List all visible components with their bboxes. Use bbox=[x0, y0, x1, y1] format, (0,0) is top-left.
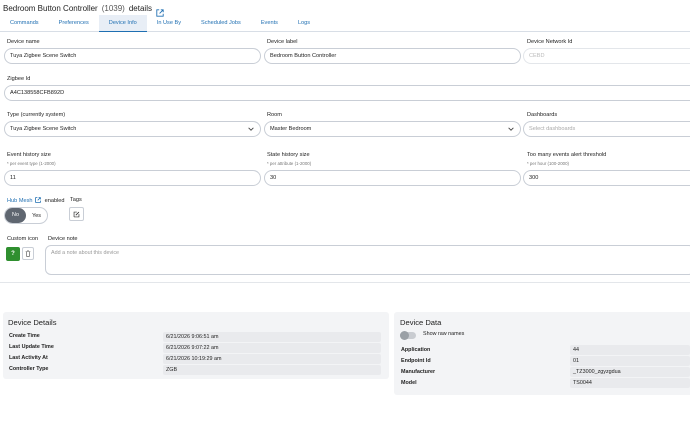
data-key-endpoint-id: Endpoint Id bbox=[401, 358, 431, 364]
type-select-value: Tuya Zigbee Scene Switch bbox=[10, 126, 77, 132]
device-label-label: Device label bbox=[267, 39, 298, 45]
edit-icon bbox=[73, 211, 80, 217]
event-history-hint: * per event type (1-2000) bbox=[7, 161, 56, 166]
device-data-panel: Device Data Show raw names Application 4… bbox=[394, 312, 690, 395]
type-label: Type (currently system) bbox=[7, 112, 66, 118]
show-raw-names-label: Show raw names bbox=[423, 331, 465, 337]
too-many-events-label: Too many events alert threshold bbox=[527, 152, 607, 158]
data-key-manufacturer: Manufacturer bbox=[401, 369, 436, 375]
tags-label: Tags bbox=[70, 197, 82, 203]
detail-key-last-update-time: Last Update Time bbox=[9, 344, 54, 350]
hub-mesh-yes-option[interactable]: Yes bbox=[26, 213, 47, 219]
data-value-manufacturer: _TZ3000_zgyzgdua bbox=[570, 367, 690, 377]
event-history-label: Event history size bbox=[7, 152, 51, 158]
hub-mesh-label-group: Hub Mesh enabled bbox=[7, 197, 65, 204]
device-details-panel: Device Details Create Time 6/21/2026 9:0… bbox=[3, 312, 389, 379]
custom-icon-label: Custom icon bbox=[7, 236, 39, 242]
device-network-id-input: CEBD bbox=[523, 48, 690, 64]
device-note-textarea[interactable]: Add a note about this device bbox=[45, 245, 690, 275]
tab-device-info[interactable]: Device Info bbox=[98, 15, 147, 32]
tab-scheduled-jobs[interactable]: Scheduled Jobs bbox=[191, 15, 251, 32]
dashboards-select[interactable]: Select dashboards bbox=[523, 121, 690, 137]
section-divider bbox=[0, 282, 690, 283]
device-details-title: Device Details bbox=[8, 318, 57, 327]
detail-value-controller-type: ZGB bbox=[163, 365, 381, 375]
room-select[interactable]: Master Bedroom bbox=[264, 121, 521, 137]
page-title: Bedroom Button Controller bbox=[3, 3, 98, 13]
trash-icon bbox=[25, 250, 31, 257]
hub-mesh-toggle[interactable]: No Yes bbox=[4, 207, 48, 224]
tab-commands[interactable]: Commands bbox=[0, 15, 49, 32]
device-note-placeholder: Add a note about this device bbox=[51, 250, 120, 256]
device-data-title: Device Data bbox=[400, 318, 442, 327]
state-history-label: State history size bbox=[267, 152, 310, 158]
tab-logs[interactable]: Logs bbox=[288, 15, 320, 32]
edit-tags-button[interactable] bbox=[69, 207, 84, 221]
hub-mesh-suffix: enabled bbox=[44, 198, 65, 204]
device-name-label: Device name bbox=[7, 39, 40, 45]
detail-value-last-update-time: 6/21/2026 9:07:22 am bbox=[163, 343, 381, 353]
data-value-model: TS0044 bbox=[570, 378, 690, 388]
tab-events[interactable]: Events bbox=[251, 15, 288, 32]
state-history-input[interactable]: 30 bbox=[264, 170, 521, 186]
tab-bar: Commands Preferences Device Info In Use … bbox=[0, 15, 690, 32]
external-link-icon bbox=[35, 197, 41, 203]
data-value-application: 44 bbox=[570, 345, 690, 355]
tab-preferences[interactable]: Preferences bbox=[49, 15, 99, 32]
page-header: Bedroom Button Controller (1039) details bbox=[3, 2, 164, 17]
zigbee-id-input[interactable]: A4C138558CFB892D bbox=[4, 85, 690, 101]
event-history-input[interactable]: 11 bbox=[4, 170, 261, 186]
state-history-hint: * per attribute (1-2000) bbox=[267, 161, 312, 166]
chevron-down-icon bbox=[248, 127, 254, 131]
device-name-input[interactable]: Tuya Zigbee Scene Switch bbox=[4, 48, 261, 64]
detail-key-last-activity: Last Activity At bbox=[9, 355, 48, 361]
room-select-value: Master Bedroom bbox=[270, 126, 312, 132]
detail-key-controller-type: Controller Type bbox=[9, 366, 49, 372]
tab-in-use-by[interactable]: In Use By bbox=[147, 15, 191, 32]
dashboards-placeholder: Select dashboards bbox=[529, 126, 576, 132]
data-key-application: Application bbox=[401, 347, 431, 353]
external-link-icon[interactable] bbox=[156, 4, 164, 17]
detail-value-last-activity: 6/21/2026 10:19:29 am bbox=[163, 354, 381, 364]
type-select[interactable]: Tuya Zigbee Scene Switch bbox=[4, 121, 261, 137]
detail-value-create-time: 6/21/2026 9:06:51 am bbox=[163, 332, 381, 342]
room-label: Room bbox=[267, 112, 282, 118]
delete-icon-button[interactable] bbox=[22, 247, 34, 260]
data-key-model: Model bbox=[401, 380, 417, 386]
page-title-suffix: details bbox=[128, 3, 152, 13]
zigbee-id-label: Zigbee Id bbox=[7, 76, 31, 82]
chevron-down-icon bbox=[508, 127, 514, 131]
hub-mesh-link[interactable]: Hub Mesh bbox=[7, 198, 33, 204]
show-raw-names-switch[interactable] bbox=[400, 331, 416, 340]
device-id: (1039) bbox=[101, 3, 125, 13]
dashboards-label: Dashboards bbox=[527, 112, 558, 118]
device-note-label: Device note bbox=[48, 236, 78, 242]
too-many-events-hint: * per hour (100-2000) bbox=[527, 161, 569, 166]
detail-key-create-time: Create Time bbox=[9, 333, 40, 339]
device-label-input[interactable]: Bedroom Button Controller bbox=[264, 48, 521, 64]
device-network-id-label: Device Network Id bbox=[527, 39, 573, 45]
hub-mesh-no-option[interactable]: No bbox=[5, 208, 26, 223]
custom-icon-button[interactable]: ? bbox=[6, 247, 20, 261]
data-value-endpoint-id: 01 bbox=[570, 356, 690, 366]
too-many-events-input[interactable]: 300 bbox=[523, 170, 690, 186]
